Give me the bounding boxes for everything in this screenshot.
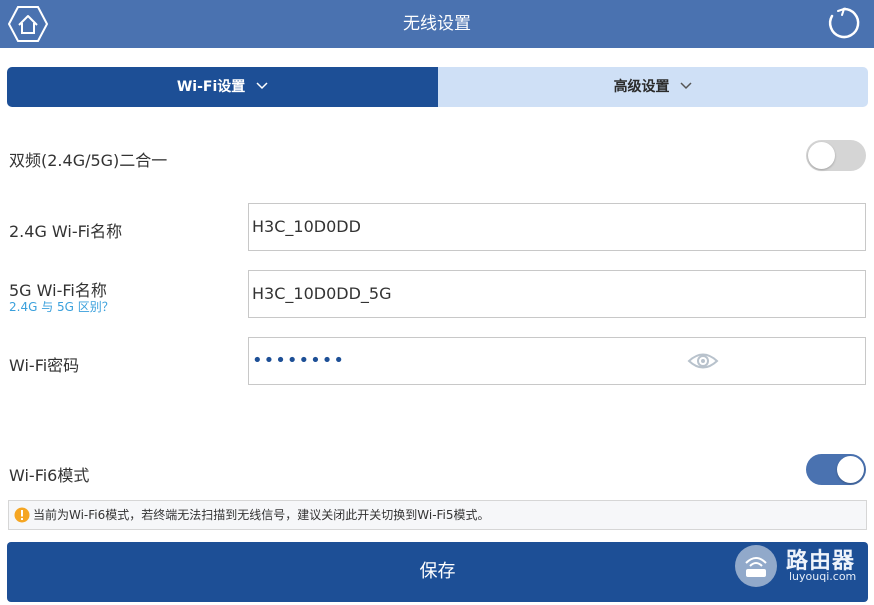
warning-icon [14,507,30,523]
tab-wifi-settings[interactable]: Wi-Fi设置 [7,67,438,107]
wifi6-mode-toggle[interactable] [806,454,866,485]
dual-band-label: 双频(2.4G/5G)二合一 [9,151,168,170]
wifi-password-input[interactable]: •••••••• [248,337,866,385]
wifi6-notice: 当前为Wi-Fi6模式，若终端无法扫描到无线信号，建议关闭此开关切换到Wi-Fi… [8,500,867,530]
router-logo-icon [735,545,777,587]
wifi-24g-name-input[interactable]: H3C_10D0DD [248,203,866,251]
wifi-5g-name-input[interactable]: H3C_10D0DD_5G [248,270,866,318]
top-bar: 无线设置 [0,0,874,48]
toggle-knob [808,142,835,169]
tab-advanced-settings[interactable]: 高级设置 [438,67,868,107]
notice-text: 当前为Wi-Fi6模式，若终端无法扫描到无线信号，建议关闭此开关切换到Wi-Fi… [33,508,490,522]
refresh-icon[interactable] [826,5,862,41]
wifi-password-label: Wi-Fi密码 [9,356,80,375]
chevron-down-icon [256,82,268,90]
wifi6-mode-label: Wi-Fi6模式 [9,466,90,485]
page-title: 无线设置 [403,14,471,34]
tab-advanced-settings-label: 高级设置 [613,79,670,95]
chevron-down-icon [680,82,692,90]
tab-wifi-settings-label: Wi-Fi设置 [176,79,246,95]
toggle-knob [837,456,864,483]
settings-tabs: Wi-Fi设置 高级设置 [7,67,868,107]
wifi-24g-name-label: 2.4G Wi-Fi名称 [9,222,123,241]
password-dots: •••••••• [252,350,345,371]
dual-band-toggle[interactable] [806,140,866,171]
band-difference-link[interactable]: 2.4G 与 5G 区别？ [9,298,114,315]
eye-icon[interactable] [687,343,719,379]
watermark-subtitle: luyouqi.com [789,570,857,583]
